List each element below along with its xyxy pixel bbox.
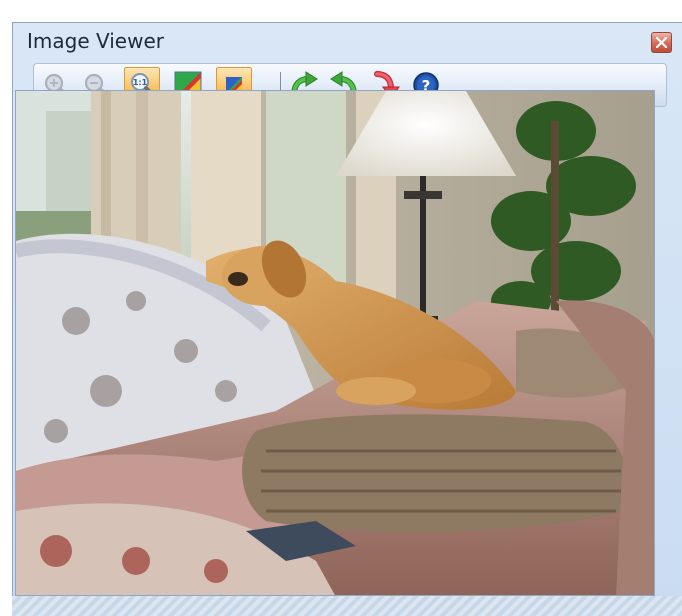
close-button[interactable] — [651, 32, 672, 53]
close-icon — [656, 37, 667, 48]
window-title: Image Viewer — [27, 29, 164, 53]
svg-text:1:1: 1:1 — [133, 78, 148, 87]
window-bottom-border — [12, 596, 682, 616]
dog-on-sofa-photo — [16, 91, 654, 595]
image-canvas[interactable] — [15, 90, 655, 596]
